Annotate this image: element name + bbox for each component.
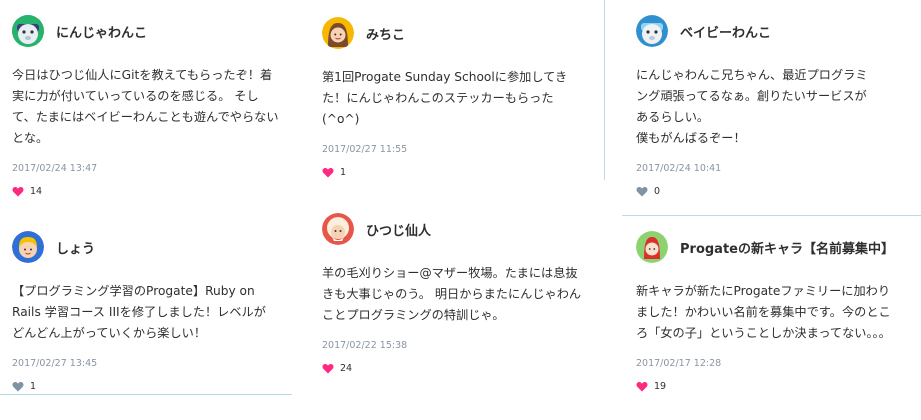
like-button[interactable]: 19 [636, 381, 906, 392]
post-card: にんじゃわんこ 今日はひつじ仙人にGitを教えてもらったぞ！着実に力が付いていっ… [12, 14, 282, 197]
heart-icon[interactable] [12, 381, 24, 392]
post-header: みちこ [322, 16, 592, 50]
post-header: しょう [12, 230, 282, 264]
post-text: 第1回Progate Sunday Schoolに参加してきた！にんじゃわんこの… [322, 70, 568, 126]
post-header: Progateの新キャラ【名前募集中】 [636, 230, 906, 264]
like-count: 1 [30, 381, 37, 392]
heart-icon[interactable] [636, 186, 648, 197]
post-text: 新キャラが新たにProgateファミリーに加わりました！かわいい名前を募集中です… [636, 284, 891, 340]
like-count: 24 [340, 363, 353, 374]
post-timestamp: 2017/02/27 13:45 [12, 358, 98, 369]
row-divider [622, 215, 921, 216]
post-timestamp: 2017/02/27 11:55 [322, 144, 408, 155]
post-card: Progateの新キャラ【名前募集中】 新キャラが新たにProgateファミリー… [636, 230, 906, 392]
sheep-sage-avatar-icon[interactable] [322, 213, 354, 245]
like-count: 19 [654, 381, 667, 392]
post-card: しょう 【プログラミング学習のProgate】Ruby on Rails 学習コ… [12, 230, 282, 392]
post-timestamp: 2017/02/22 15:38 [322, 340, 408, 351]
like-count: 14 [30, 186, 43, 197]
like-button[interactable]: 1 [12, 381, 282, 392]
like-button[interactable]: 24 [322, 363, 592, 374]
username[interactable]: しょう [56, 238, 95, 257]
username[interactable]: ベイビーわんこ [680, 22, 771, 41]
like-count: 0 [654, 186, 661, 197]
username[interactable]: みちこ [366, 24, 405, 43]
post-header: にんじゃわんこ [12, 14, 282, 48]
boy-avatar-icon[interactable] [12, 231, 44, 263]
like-button[interactable]: 0 [636, 186, 906, 197]
post-timestamp: 2017/02/24 10:41 [636, 163, 722, 174]
row-divider [0, 394, 292, 395]
like-button[interactable]: 1 [322, 167, 592, 178]
heart-icon[interactable] [322, 167, 334, 178]
heart-icon[interactable] [12, 186, 24, 197]
username[interactable]: にんじゃわんこ [56, 22, 147, 41]
column-divider [604, 0, 605, 180]
like-count: 1 [340, 167, 347, 178]
post-header: ひつじ仙人 [322, 212, 592, 246]
heart-icon[interactable] [322, 363, 334, 374]
heart-icon[interactable] [636, 381, 648, 392]
post-timestamp: 2017/02/17 12:28 [636, 358, 722, 369]
username[interactable]: ひつじ仙人 [366, 220, 431, 239]
girl-avatar-icon[interactable] [322, 17, 354, 49]
like-button[interactable]: 14 [12, 186, 282, 197]
ninja-dog-avatar-icon[interactable] [12, 15, 44, 47]
post-text: にんじゃわんこ兄ちゃん、最近プログラミング頑張ってるなぁ。創りたいサービスがある… [636, 68, 868, 145]
post-card: みちこ 第1回Progate Sunday Schoolに参加してきた！にんじゃ… [322, 16, 592, 178]
post-text: 【プログラミング学習のProgate】Ruby on Rails 学習コース I… [12, 284, 266, 340]
post-card: ひつじ仙人 羊の毛刈りショー@マザー牧場。たまには息抜きも大事じゃのう。 明日か… [322, 212, 592, 374]
post-timestamp: 2017/02/24 13:47 [12, 163, 98, 174]
baby-dog-avatar-icon[interactable] [636, 15, 668, 47]
post-header: ベイビーわんこ [636, 14, 906, 48]
post-text: 今日はひつじ仙人にGitを教えてもらったぞ！着実に力が付いていっているのを感じる… [12, 68, 279, 145]
new-character-avatar-icon[interactable] [636, 231, 668, 263]
post-text: 羊の毛刈りショー@マザー牧場。たまには息抜きも大事じゃのう。 明日からまたにんじ… [322, 266, 582, 322]
username[interactable]: Progateの新キャラ【名前募集中】 [680, 238, 894, 257]
post-card: ベイビーわんこ にんじゃわんこ兄ちゃん、最近プログラミング頑張ってるなぁ。創りた… [636, 14, 906, 197]
